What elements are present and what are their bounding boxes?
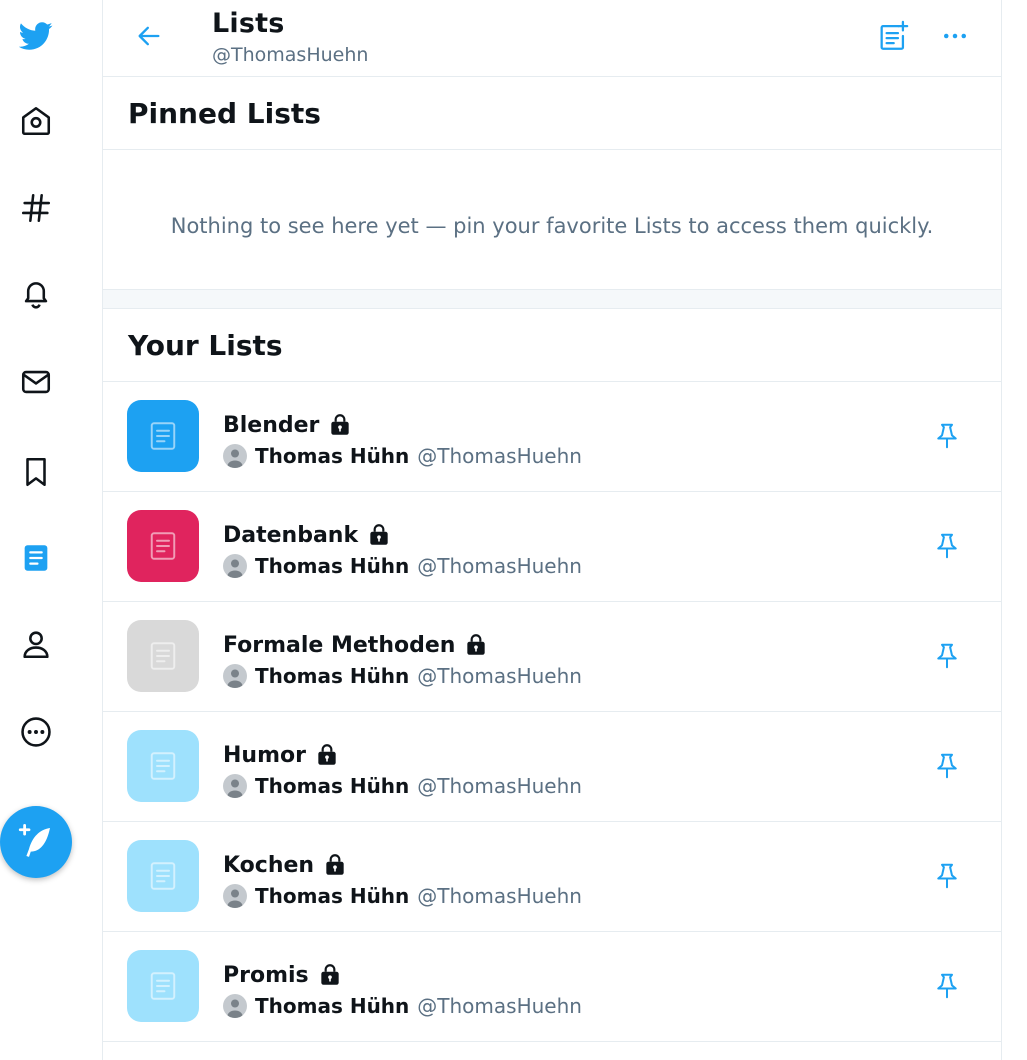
pinned-empty-message: Nothing to see here yet — pin your favor…: [170, 214, 934, 238]
owner-name: Thomas Hühn: [255, 444, 410, 468]
list-document-icon: [150, 642, 176, 670]
list-thumbnail: [127, 840, 199, 912]
pin-icon: [937, 973, 957, 999]
avatar: [223, 664, 247, 688]
owner-handle: @ThomasHuehn: [417, 774, 582, 798]
pin-button[interactable]: [929, 638, 965, 674]
compose-feather-icon: [18, 823, 50, 857]
pin-icon: [937, 533, 957, 559]
avatar: [223, 884, 247, 908]
owner-handle: @ThomasHuehn: [417, 444, 582, 468]
lock-icon: [463, 632, 489, 658]
more-circle-icon[interactable]: [14, 710, 58, 754]
more-options-button[interactable]: [933, 14, 977, 58]
sidebar-nav: [0, 0, 102, 1060]
list-thumbnail: [127, 620, 199, 692]
list-owner: Thomas Hühn @ThomasHuehn: [223, 994, 582, 1018]
pin-icon: [937, 863, 957, 889]
pinned-lists-heading: Pinned Lists: [128, 97, 321, 130]
list-document-icon: [150, 972, 176, 1000]
new-list-icon: [880, 20, 909, 50]
avatar: [223, 444, 247, 468]
your-lists-heading: Your Lists: [128, 329, 283, 362]
pinned-empty-state: Nothing to see here yet — pin your favor…: [103, 150, 1001, 290]
lists-icon[interactable]: [14, 536, 58, 580]
list-item[interactable]: Humor Thomas Hühn @ThomasHuehn: [103, 712, 1001, 822]
create-list-button[interactable]: [871, 14, 915, 58]
list-item[interactable]: Datenbank Thomas Hühn @ThomasHuehn: [103, 492, 1001, 602]
page-handle: @ThomasHuehn: [212, 44, 369, 66]
list-owner: Thomas Hühn @ThomasHuehn: [223, 554, 582, 578]
list-thumbnail: [127, 950, 199, 1022]
owner-handle: @ThomasHuehn: [417, 664, 582, 688]
avatar: [223, 774, 247, 798]
lock-icon: [366, 522, 392, 548]
your-lists: Blender Thomas Hühn @ThomasHuehn Datenba…: [103, 382, 1001, 1042]
lock-icon: [322, 852, 348, 878]
owner-name: Thomas Hühn: [255, 884, 410, 908]
arrow-left-icon: [138, 26, 160, 46]
your-lists-section: Your Lists: [103, 309, 1001, 382]
list-item[interactable]: Promis Thomas Hühn @ThomasHuehn: [103, 932, 1001, 1042]
owner-name: Thomas Hühn: [255, 774, 410, 798]
list-owner: Thomas Hühn @ThomasHuehn: [223, 884, 582, 908]
list-document-icon: [150, 752, 176, 780]
profile-icon[interactable]: [14, 622, 58, 666]
home-icon[interactable]: [14, 99, 58, 143]
pin-icon: [937, 753, 957, 779]
avatar: [223, 994, 247, 1018]
lock-icon: [317, 962, 343, 988]
more-dots-icon: [944, 33, 966, 39]
pin-button[interactable]: [929, 528, 965, 564]
pin-icon: [937, 423, 957, 449]
owner-name: Thomas Hühn: [255, 994, 410, 1018]
messages-envelope-icon[interactable]: [14, 360, 58, 404]
list-item[interactable]: Kochen Thomas Hühn @ThomasHuehn: [103, 822, 1001, 932]
owner-handle: @ThomasHuehn: [417, 994, 582, 1018]
bookmarks-icon[interactable]: [14, 450, 58, 494]
avatar: [223, 554, 247, 578]
list-document-icon: [150, 422, 176, 450]
page-title: Lists: [212, 8, 285, 39]
list-owner: Thomas Hühn @ThomasHuehn: [223, 664, 582, 688]
owner-handle: @ThomasHuehn: [417, 554, 582, 578]
main-column: Lists @ThomasHuehn Pinned Lists Nothing …: [102, 0, 1002, 1060]
owner-handle: @ThomasHuehn: [417, 884, 582, 908]
pin-icon: [937, 643, 957, 669]
list-name: Promis: [223, 962, 309, 988]
page-header: Lists @ThomasHuehn: [103, 0, 1001, 77]
list-owner: Thomas Hühn @ThomasHuehn: [223, 444, 582, 468]
pin-button[interactable]: [929, 968, 965, 1004]
lock-icon: [327, 412, 353, 438]
section-divider: [103, 290, 1001, 309]
list-item[interactable]: Formale Methoden Thomas Hühn @ThomasHueh…: [103, 602, 1001, 712]
pinned-lists-section: Pinned Lists: [103, 77, 1001, 150]
list-thumbnail: [127, 400, 199, 472]
list-document-icon: [150, 862, 176, 890]
pin-button[interactable]: [929, 418, 965, 454]
explore-hashtag-icon[interactable]: [14, 186, 58, 230]
owner-name: Thomas Hühn: [255, 554, 410, 578]
lock-icon: [314, 742, 340, 768]
notifications-bell-icon[interactable]: [14, 272, 58, 316]
list-owner: Thomas Hühn @ThomasHuehn: [223, 774, 582, 798]
twitter-logo-icon[interactable]: [14, 14, 58, 58]
pin-button[interactable]: [929, 858, 965, 894]
list-thumbnail: [127, 730, 199, 802]
list-name: Formale Methoden: [223, 632, 456, 658]
back-button[interactable]: [131, 18, 167, 54]
pin-button[interactable]: [929, 748, 965, 784]
list-name: Blender: [223, 412, 320, 438]
list-name: Kochen: [223, 852, 315, 878]
list-name: Datenbank: [223, 522, 359, 548]
list-name: Humor: [223, 742, 306, 768]
list-thumbnail: [127, 510, 199, 582]
list-item[interactable]: Blender Thomas Hühn @ThomasHuehn: [103, 382, 1001, 492]
list-document-icon: [150, 532, 176, 560]
compose-tweet-button[interactable]: [0, 806, 72, 878]
owner-name: Thomas Hühn: [255, 664, 410, 688]
